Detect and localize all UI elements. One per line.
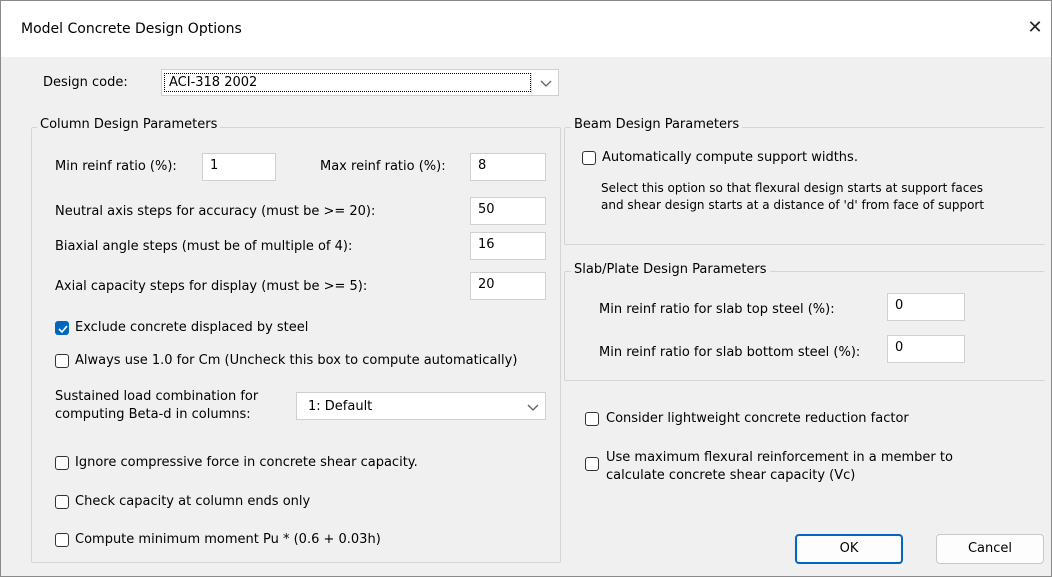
sustained-load-label-line1: Sustained load combination for [55,389,259,404]
exclude-concrete-checkbox[interactable] [55,321,69,335]
slab-bottom-steel-input[interactable]: 0 [887,335,965,363]
always-cm-checkbox[interactable] [55,354,69,368]
auto-support-checkbox[interactable] [582,151,596,165]
chevron-down-icon [527,404,539,411]
title-bar: Model Concrete Design Options ✕ [1,1,1051,57]
biaxial-label: Biaxial angle steps (must be of multiple… [55,239,353,254]
ignore-compressive-label[interactable]: Ignore compressive force in concrete she… [75,455,418,470]
max-reinf-input[interactable]: 8 [470,153,546,181]
exclude-concrete-label[interactable]: Exclude concrete displaced by steel [75,320,308,335]
design-code-select[interactable]: ACI-318 2002 [161,69,559,96]
auto-support-description-line2: and shear design starts at a distance of… [601,198,985,212]
lightweight-label[interactable]: Consider lightweight concrete reduction … [606,411,909,426]
sustained-load-value: 1: Default [308,399,373,414]
min-reinf-label: Min reinf ratio (%): [55,159,177,174]
check-capacity-label[interactable]: Check capacity at column ends only [75,494,310,509]
neutral-axis-input[interactable]: 50 [470,197,546,225]
max-flexural-label-line2[interactable]: calculate concrete shear capacity (Vc) [606,468,855,483]
slab-top-steel-label: Min reinf ratio for slab top steel (%): [599,302,835,317]
slab-bottom-steel-label: Min reinf ratio for slab bottom steel (%… [599,345,861,360]
design-code-label: Design code: [43,75,128,90]
chevron-down-icon [540,80,552,87]
dialog-title: Model Concrete Design Options [21,21,242,37]
combo-divider [531,73,532,93]
max-flexural-label-line1[interactable]: Use maximum flexural reinforcement in a … [606,450,953,465]
axial-capacity-input[interactable]: 20 [470,272,546,300]
neutral-axis-label: Neutral axis steps for accuracy (must be… [55,204,376,219]
sustained-load-label-line2: computing Beta-d in columns: [55,407,251,422]
biaxial-input[interactable]: 16 [470,232,546,260]
min-reinf-input[interactable]: 1 [202,153,276,181]
slab-design-group [564,271,1045,381]
ignore-compressive-checkbox[interactable] [55,456,69,470]
model-concrete-design-options-dialog: Model Concrete Design Options ✕ Design c… [0,0,1052,577]
cancel-button[interactable]: Cancel [936,534,1044,564]
close-icon[interactable]: ✕ [1025,17,1045,39]
max-flexural-checkbox[interactable] [585,457,599,471]
compute-min-moment-label[interactable]: Compute minimum moment Pu * (0.6 + 0.03h… [75,532,381,547]
auto-support-label[interactable]: Automatically compute support widths. [602,150,858,165]
lightweight-checkbox[interactable] [585,412,599,426]
axial-capacity-label: Axial capacity steps for display (must b… [55,279,368,294]
beam-design-group-title: Beam Design Parameters [571,117,743,132]
design-code-value: ACI-318 2002 [164,73,531,92]
sustained-load-select[interactable]: 1: Default [296,392,546,420]
always-cm-label[interactable]: Always use 1.0 for Cm (Uncheck this box … [75,353,517,368]
slab-design-group-title: Slab/Plate Design Parameters [571,262,770,277]
max-reinf-label: Max reinf ratio (%): [320,159,446,174]
slab-top-steel-input[interactable]: 0 [887,293,965,321]
check-capacity-checkbox[interactable] [55,495,69,509]
checkmark-icon [58,325,68,334]
auto-support-description-line1: Select this option so that flexural desi… [601,181,983,195]
column-design-group-title: Column Design Parameters [37,117,221,132]
compute-min-moment-checkbox[interactable] [55,533,69,547]
ok-button[interactable]: OK [795,534,903,564]
